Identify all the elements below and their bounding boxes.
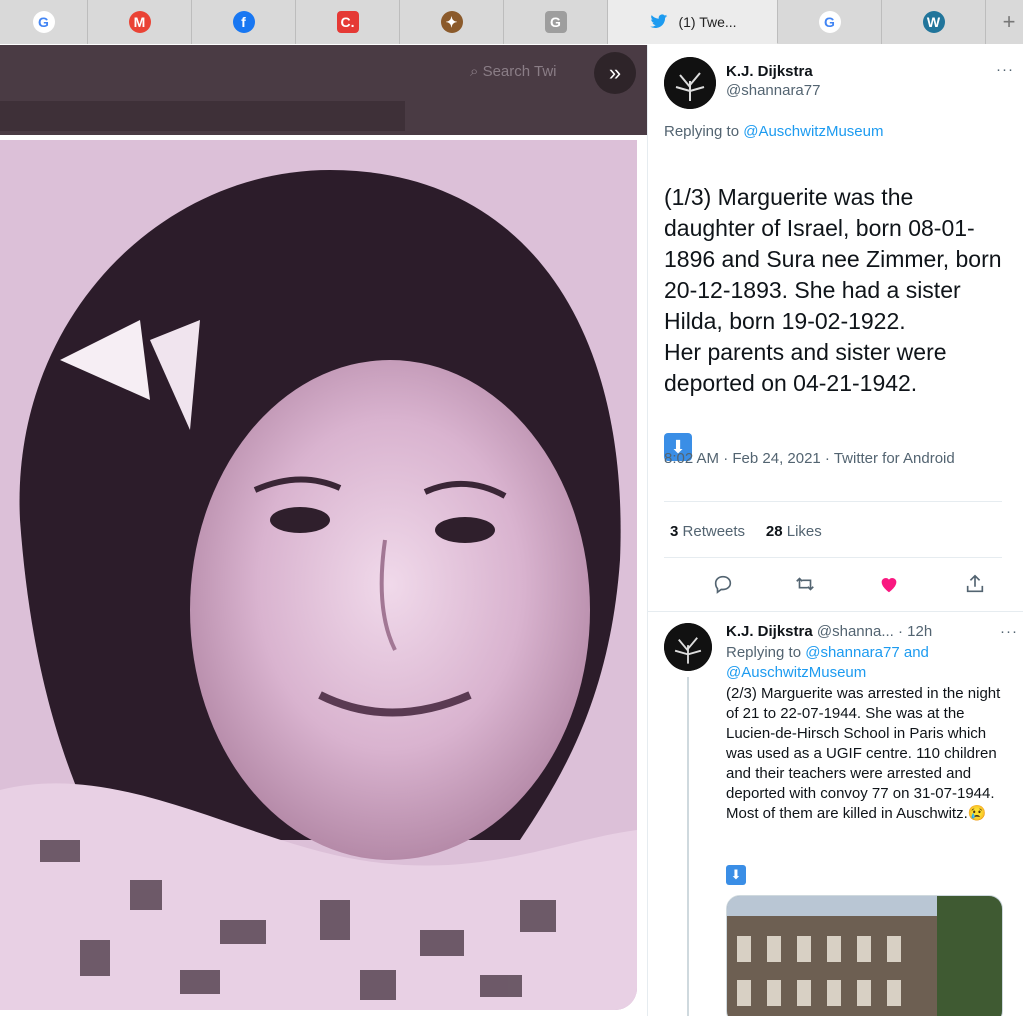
replying-to-link[interactable]: @AuschwitzMuseum xyxy=(743,123,883,140)
browser-tab[interactable]: M xyxy=(88,0,192,44)
reply-replying-to: Replying to @shannara77 and @AuschwitzMu… xyxy=(726,644,929,681)
new-tab-button[interactable]: + xyxy=(986,0,1023,44)
media-overlay-header: ⌕ Search Twi xyxy=(0,45,647,135)
reply-button[interactable] xyxy=(708,569,738,599)
search-input[interactable]: ⌕ Search Twi xyxy=(470,63,557,80)
share-button[interactable] xyxy=(960,569,990,599)
replying-prefix: Replying to xyxy=(664,123,744,140)
browser-tab[interactable]: G xyxy=(504,0,608,44)
tree-avatar-icon xyxy=(664,623,712,671)
tweet-detail-panel: K.J. Dijkstra @shannara77 ··· Replying t… xyxy=(647,45,1023,1016)
g-grey-icon: G xyxy=(544,11,567,33)
crest-icon: ✦ xyxy=(440,11,463,33)
divider xyxy=(664,501,1002,502)
tweet-body: (1/3) Marguerite was the daughter of Isr… xyxy=(664,151,1004,461)
browser-tab[interactable]: (1) Twe... xyxy=(608,0,778,44)
wordpress-icon: W xyxy=(922,11,945,33)
browser-tab[interactable]: C. xyxy=(296,0,400,44)
browser-tab[interactable]: W xyxy=(882,0,986,44)
search-placeholder: Search Twi xyxy=(482,63,557,80)
c-app-icon: C. xyxy=(336,11,359,33)
double-chevron-right-icon: » xyxy=(608,60,622,85)
retweet-icon xyxy=(796,577,814,591)
tweet-actions xyxy=(664,569,1002,599)
divider xyxy=(664,557,1002,558)
gmail-icon: M xyxy=(128,11,151,33)
tweet-photo[interactable] xyxy=(0,140,637,1010)
avatar[interactable] xyxy=(664,57,716,109)
reply-tweet[interactable]: K.J. Dijkstra @shanna... · 12h ··· Reply… xyxy=(664,623,1018,1016)
google-icon: G xyxy=(818,11,841,33)
tweet-header: K.J. Dijkstra @shannara77 ··· xyxy=(664,57,1018,109)
reply-text: (2/3) Marguerite was arrested in the nig… xyxy=(726,685,1001,822)
tweet-stats: 3 Retweets 28 Likes xyxy=(670,523,822,540)
browser-tab-bar: G Mf C. ✦ G (1) Twe... G W + xyxy=(0,0,1023,44)
building-photo xyxy=(727,896,1002,1016)
reply-author[interactable]: K.J. Dijkstra @shanna... · 12h xyxy=(726,623,932,640)
heart-filled-icon xyxy=(881,578,897,593)
tweet-separator xyxy=(648,611,1023,612)
avatar[interactable] xyxy=(664,623,712,671)
down-arrow-emoji-icon: ⬇ xyxy=(726,865,746,885)
share-icon xyxy=(966,574,984,593)
more-options-icon[interactable]: ··· xyxy=(1000,623,1018,640)
reply-media-image[interactable] xyxy=(726,895,1003,1016)
portrait-image xyxy=(0,140,637,1010)
retweet-button[interactable] xyxy=(790,569,820,599)
browser-tab[interactable]: G xyxy=(0,0,88,44)
search-icon: ⌕ xyxy=(470,63,479,80)
thread-line xyxy=(687,677,689,1016)
retweets-stat[interactable]: 3 Retweets xyxy=(670,523,745,540)
plus-icon: + xyxy=(1002,9,1016,34)
author-handle[interactable]: @shannara77 xyxy=(726,82,820,99)
browser-tab[interactable]: ✦ xyxy=(400,0,504,44)
tab-title: (1) Twe... xyxy=(678,13,737,30)
more-options-icon[interactable]: ··· xyxy=(996,61,1014,78)
tweet-text: (1/3) Marguerite was the daughter of Isr… xyxy=(664,184,1002,396)
facebook-icon: f xyxy=(232,11,255,33)
twitter-icon xyxy=(648,11,670,33)
tree-avatar-icon xyxy=(664,57,716,109)
likes-stat[interactable]: 28 Likes xyxy=(766,523,822,540)
tweet-timestamp[interactable]: 8:02 AM · Feb 24, 2021 · Twitter for And… xyxy=(664,449,984,469)
like-button[interactable] xyxy=(874,569,904,599)
browser-tab[interactable]: f xyxy=(192,0,296,44)
author-name[interactable]: K.J. Dijkstra xyxy=(726,63,813,80)
background-bar xyxy=(0,101,405,131)
google-icon: G xyxy=(32,11,55,33)
reply-icon xyxy=(714,575,732,594)
browser-tab[interactable]: G xyxy=(778,0,882,44)
expand-panel-button[interactable]: » xyxy=(594,52,636,94)
replying-to: Replying to @AuschwitzMuseum xyxy=(664,123,884,140)
